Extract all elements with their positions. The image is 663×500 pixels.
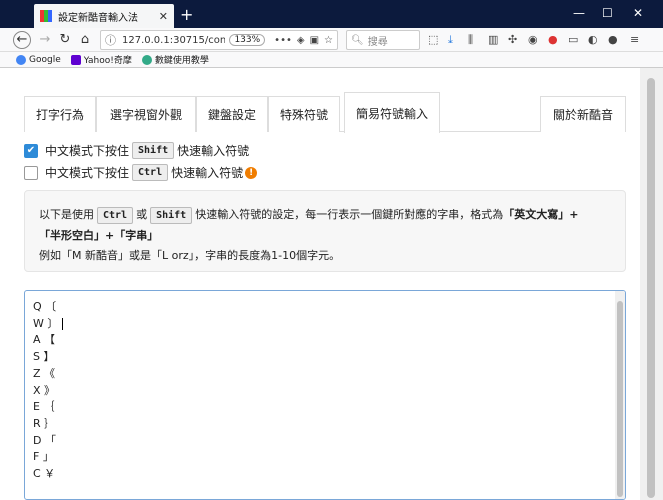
- settings-tabs: 打字行為 選字視窗外觀 鍵盤設定 特殊符號 簡易符號輸入 關於新酷音: [24, 92, 626, 133]
- format-bold-text: 「半形空白」+「字串」: [39, 229, 159, 242]
- tab-special-symbols[interactable]: 特殊符號: [268, 96, 340, 132]
- account-icon[interactable]: ●: [608, 33, 618, 46]
- info-text: 以下是使用: [39, 208, 94, 221]
- textarea-line: W 〕: [33, 316, 617, 333]
- page-content: 打字行為 選字視窗外觀 鍵盤設定 特殊符號 簡易符號輸入 關於新酷音 ✔ 中文模…: [0, 68, 640, 500]
- forward-icon[interactable]: →: [36, 31, 54, 49]
- ctrl-key-badge: Ctrl: [132, 164, 169, 181]
- zoom-level[interactable]: 133%: [229, 34, 266, 46]
- google-icon: [16, 54, 26, 65]
- tab-easy-symbols[interactable]: 簡易符號輸入: [344, 92, 440, 133]
- search-placeholder: 搜尋: [367, 36, 388, 48]
- download-icon[interactable]: ⤓: [448, 33, 453, 47]
- tutorial-icon: [141, 54, 152, 65]
- library-icon[interactable]: ⫼: [468, 33, 473, 47]
- new-tab-icon[interactable]: +: [180, 5, 193, 24]
- textarea-line: A 【: [33, 333, 56, 347]
- yahoo-icon: [70, 54, 81, 65]
- back-icon[interactable]: ←: [13, 31, 31, 49]
- reload-icon[interactable]: ↻: [56, 31, 74, 49]
- favicon-icon: [40, 10, 52, 22]
- close-tab-icon[interactable]: ✕: [159, 10, 168, 23]
- bookmark-label: 數鍵使用教學: [154, 56, 209, 66]
- page-scrollbar[interactable]: [640, 68, 663, 500]
- format-bold-text: 「英文大寫」+: [503, 208, 579, 221]
- textarea-line: S 】: [33, 350, 55, 364]
- textarea-line: R ｝: [33, 416, 56, 430]
- tab-keyboard[interactable]: 鍵盤設定: [196, 96, 268, 132]
- bookmark-tutorial[interactable]: 數鍵使用教學: [141, 53, 209, 66]
- option-label: 快速輸入符號: [171, 166, 244, 180]
- info-line-1: 以下是使用 Ctrl 或 Shift 快速輸入符號的設定，每一行表示一個鍵所對應的字串，…: [39, 205, 611, 226]
- bookmark-yahoo[interactable]: Yahoo!奇摩: [70, 53, 132, 66]
- more-icon[interactable]: •••: [274, 35, 292, 46]
- option-label: 中文模式下按住: [45, 166, 130, 180]
- minimize-icon[interactable]: —: [573, 6, 585, 20]
- bookmark-star-icon[interactable]: ☆: [324, 35, 333, 46]
- textarea-line: D 「: [33, 433, 56, 447]
- title-bar: 設定新酷音輸入法 ✕ + — ☐ ✕: [0, 0, 663, 28]
- symbol-config-textarea[interactable]: Q 〔 W 〕 A 【 S 】 Z 《 X 》 E ｛ R ｝ D 「 F 」 …: [24, 290, 626, 500]
- info-text: 快速輸入符號的設定，每一行表示一個鍵所對應的字串，格式為: [195, 208, 504, 221]
- pdf-icon[interactable]: ●: [548, 33, 558, 46]
- tab-about[interactable]: 關於新酷音: [540, 96, 626, 132]
- shift-key-badge: Shift: [150, 207, 193, 224]
- menu-icon[interactable]: ≡: [630, 33, 639, 46]
- textarea-line: F 」: [33, 450, 54, 464]
- extension-icon[interactable]: ✣: [508, 33, 517, 46]
- search-bar[interactable]: 🔍︎ 搜尋: [346, 30, 420, 50]
- url-text[interactable]: 127.0.0.1:30715/confi: [122, 35, 225, 46]
- textarea-line: Q 〔: [33, 300, 57, 313]
- info-icon[interactable]: ⓘ: [105, 32, 116, 48]
- info-line-3: 例如「M 新酷音」或是「L orz」，字串的長度為1-10個字元。: [39, 249, 341, 262]
- bookmarks-bar: Google Yahoo!奇摩 數鍵使用教學: [0, 52, 663, 68]
- browser-window: 設定新酷音輸入法 ✕ + — ☐ ✕ ← → ↻ ⌂ ⓘ 127.0.0.1:3…: [0, 0, 663, 500]
- textarea-line: E ｛: [33, 400, 55, 414]
- textarea-line: Z 《: [33, 366, 56, 380]
- maximize-icon[interactable]: ☐: [602, 6, 613, 20]
- shift-checkbox[interactable]: ✔: [24, 143, 38, 158]
- tab-title: 設定新酷音輸入法: [58, 12, 138, 24]
- addon-icon[interactable]: ◉: [528, 33, 538, 46]
- text-caret: [62, 317, 64, 330]
- tab-candidate-window[interactable]: 選字視窗外觀: [96, 96, 196, 132]
- sync-icon[interactable]: ◐: [588, 33, 598, 46]
- info-text: 或: [136, 208, 148, 221]
- close-window-icon[interactable]: ✕: [633, 6, 643, 20]
- search-icon: 🔍︎: [351, 34, 364, 46]
- screenshot-icon[interactable]: ⬚: [428, 33, 438, 46]
- option-label: 中文模式下按住: [45, 144, 130, 158]
- bookmark-label: Yahoo!奇摩: [83, 56, 132, 66]
- textarea-scrollbar[interactable]: [615, 291, 625, 499]
- info-box: 以下是使用 Ctrl 或 Shift 快速輸入符號的設定，每一行表示一個鍵所對應的字串，…: [24, 190, 626, 272]
- url-bar[interactable]: ⓘ 127.0.0.1:30715/confi 133% ••• ◈ ▣ ☆: [100, 30, 338, 50]
- browser-tab[interactable]: 設定新酷音輸入法 ✕: [34, 4, 174, 28]
- bookmark-label: Google: [29, 54, 61, 65]
- tab-icon[interactable]: ▭: [568, 33, 578, 46]
- sidebar-icon[interactable]: ▥: [488, 33, 498, 46]
- pocket-icon[interactable]: ◈: [297, 35, 305, 46]
- option-label: 快速輸入符號: [177, 144, 250, 158]
- option-ctrl-row[interactable]: 中文模式下按住 Ctrl 快速輸入符號 !: [24, 164, 258, 181]
- ctrl-key-badge: Ctrl: [97, 207, 134, 224]
- option-shift-row[interactable]: ✔ 中文模式下按住 Shift 快速輸入符號: [24, 142, 249, 159]
- ctrl-checkbox[interactable]: [24, 165, 38, 180]
- textarea-scroll-thumb[interactable]: [617, 301, 623, 497]
- shift-key-badge: Shift: [132, 142, 175, 159]
- textarea-line: C ￥: [33, 467, 56, 481]
- page-scroll-thumb[interactable]: [647, 78, 655, 498]
- nav-bar: ← → ↻ ⌂ ⓘ 127.0.0.1:30715/confi 133% •••…: [0, 28, 663, 52]
- reader-icon[interactable]: ▣: [310, 35, 319, 46]
- textarea-line: X 》: [33, 383, 56, 397]
- info-line-2: 「半形空白」+「字串」: [39, 226, 611, 246]
- tab-typing[interactable]: 打字行為: [24, 96, 96, 132]
- bookmark-google[interactable]: Google: [16, 54, 61, 65]
- warning-icon[interactable]: !: [245, 166, 258, 179]
- home-icon[interactable]: ⌂: [76, 31, 94, 49]
